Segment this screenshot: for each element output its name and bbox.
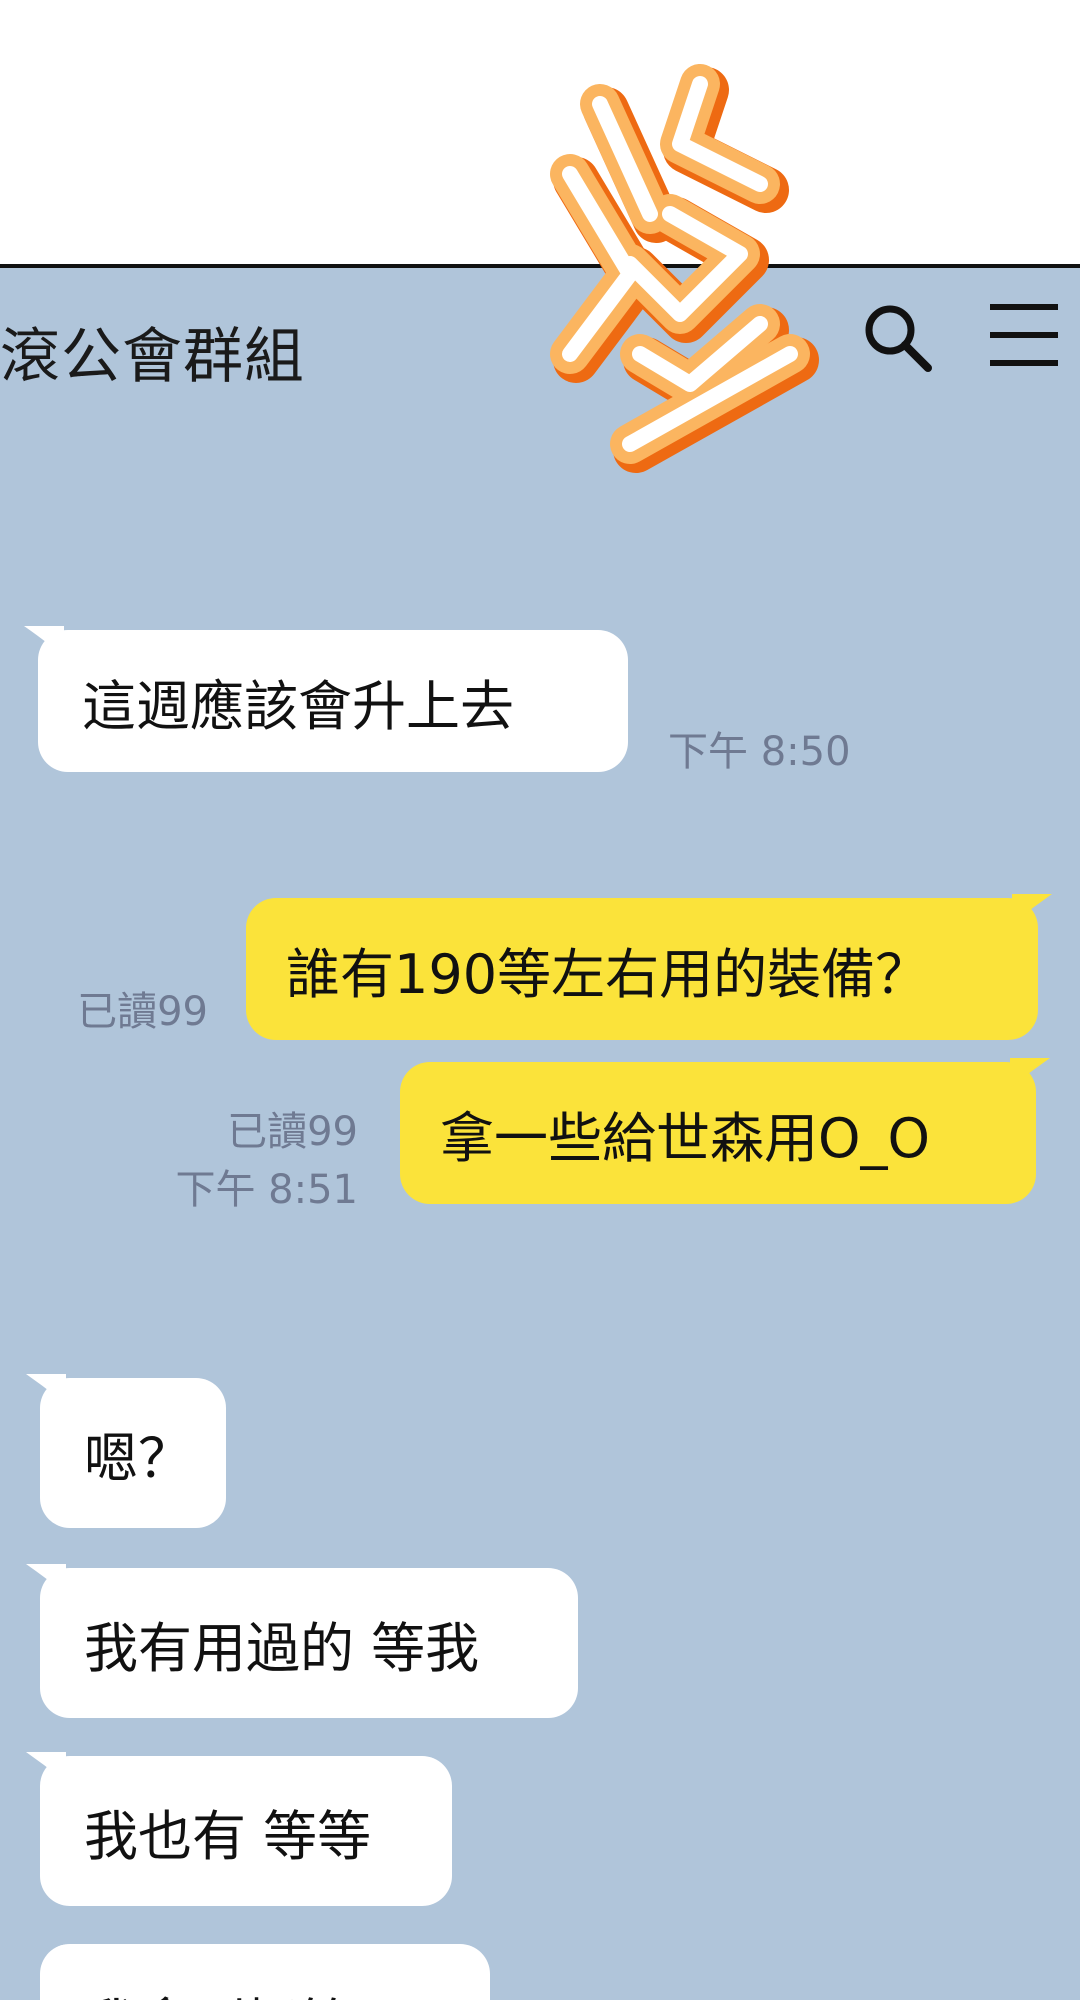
message-bubble-outgoing[interactable]: 誰有190等左右用的裝備？ — [246, 894, 1052, 1040]
bubble-tail — [1012, 894, 1052, 924]
chat-title: 滾公會群組 — [0, 322, 305, 392]
bubble-tail — [26, 1564, 66, 1594]
search-icon[interactable] — [858, 298, 938, 378]
message-time: 下午 8:50 — [668, 729, 851, 775]
message-bubble-outgoing[interactable]: 拿一些給世森用O_O — [400, 1058, 1050, 1204]
message-text: 嗯？ — [84, 1426, 192, 1490]
message-bubble-incoming[interactable]: 我有用過的 等我 — [26, 1564, 578, 1718]
read-receipt: 已讀99 — [77, 989, 208, 1035]
message-bubble-incoming[interactable]: 我也有 等等 — [26, 1752, 452, 1906]
hamburger-menu-icon[interactable] — [988, 302, 1060, 368]
message-text: 這週應該會升上去 — [82, 674, 514, 738]
sound-effect-glyph — [550, 64, 819, 473]
bubble-tail — [26, 1374, 66, 1404]
message-bubble-incoming[interactable]: 嗯？ — [26, 1374, 226, 1528]
message-text: 拿一些給世森用O_O — [440, 1106, 931, 1170]
message-time: 下午 8:51 — [175, 1167, 358, 1213]
read-receipt: 已讀99 — [227, 1109, 358, 1155]
message-text: 誰有190等左右用的裝備？ — [286, 942, 930, 1006]
message-bubble-incoming[interactable]: 我拿到極管了 — [40, 1944, 490, 2000]
bubble-tail — [40, 1944, 66, 1970]
bubble-tail — [1010, 1058, 1050, 1088]
message-text: 我也有 等等 — [84, 1804, 372, 1868]
bubble-tail — [26, 1752, 66, 1782]
bubble-tail — [24, 626, 64, 656]
message-bubble-incoming[interactable]: 這週應該會升上去 — [24, 626, 628, 772]
message-text: 我拿到極管了 — [84, 1980, 408, 2000]
message-text: 我有用過的 等我 — [84, 1616, 480, 1680]
